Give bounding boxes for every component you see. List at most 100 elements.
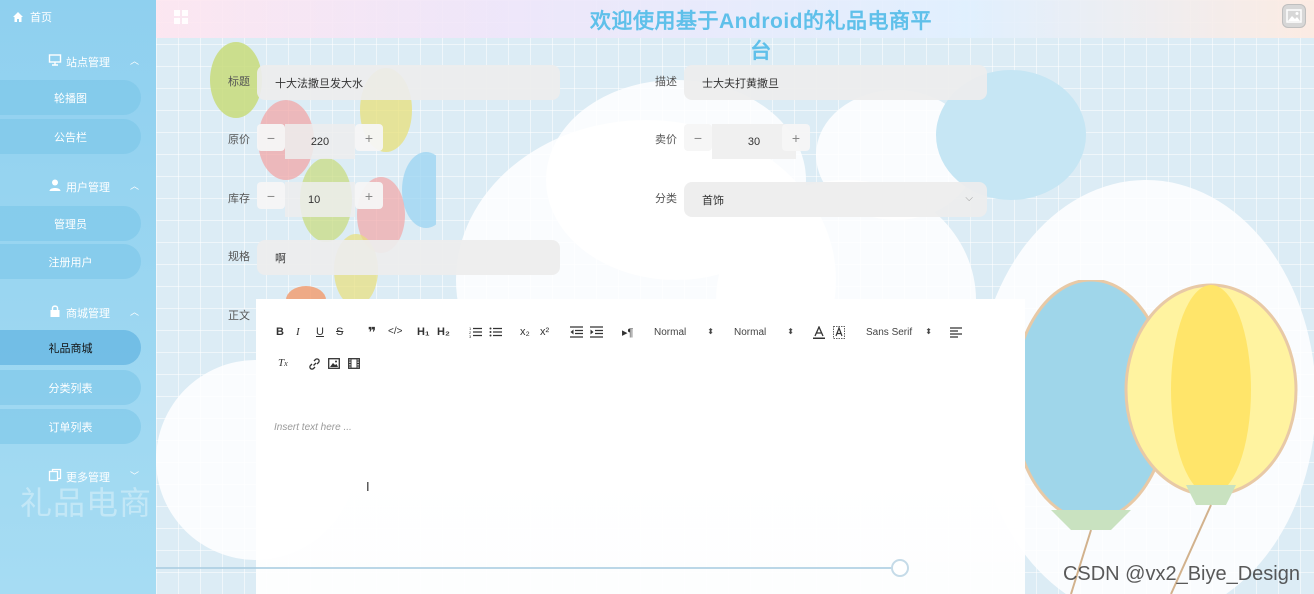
- chevron-up-icon: ︿: [130, 56, 140, 66]
- sidebar-item-category-list[interactable]: 分类列表: [0, 370, 141, 405]
- lock-icon: [50, 305, 60, 317]
- title-field[interactable]: 十大法撒旦发大水: [257, 65, 560, 100]
- image-icon[interactable]: [328, 358, 340, 369]
- editor-placeholder[interactable]: Insert text here ...: [274, 422, 352, 433]
- body-label: 正文: [228, 310, 250, 322]
- increment-button[interactable]: +: [355, 124, 383, 151]
- font-color-icon[interactable]: [813, 326, 825, 339]
- sidebar: 首页 站点管理 ︿ 轮播图 公告栏 用户管理 ︿ 管理员 注册用户 商城管理 ︿…: [0, 0, 156, 594]
- sidebar-item-carousel[interactable]: 轮播图: [0, 80, 141, 115]
- stock-stepper: − 10 +: [257, 182, 383, 217]
- category-label: 分类: [655, 193, 677, 205]
- top-header: 欢迎使用基于Android的礼品电商平台: [156, 0, 1314, 63]
- size-select[interactable]: Normal ⬍: [734, 327, 794, 338]
- blockquote-icon[interactable]: ❞: [368, 324, 376, 341]
- decrement-button[interactable]: −: [257, 182, 285, 209]
- chevron-up-icon: ︿: [130, 307, 140, 317]
- increment-button[interactable]: +: [355, 182, 383, 209]
- header-select[interactable]: Normal ⬍: [654, 327, 714, 338]
- decrement-button[interactable]: −: [684, 124, 712, 151]
- bullet-list-icon[interactable]: [489, 326, 502, 338]
- sidebar-item-home[interactable]: 首页: [12, 9, 52, 25]
- text-cursor-icon: I: [366, 479, 370, 494]
- code-icon[interactable]: </>: [388, 326, 402, 337]
- heading-1-icon[interactable]: H₁: [417, 326, 430, 338]
- sell-price-label: 卖价: [655, 134, 677, 146]
- select-arrows-icon: ⬍: [925, 327, 932, 336]
- sidebar-group-site[interactable]: 站点管理 ︿: [0, 50, 156, 70]
- user-icon: [49, 179, 61, 191]
- subscript-icon[interactable]: x₂: [520, 326, 530, 338]
- grid-menu-icon[interactable]: [173, 9, 189, 25]
- sidebar-item-registered-users[interactable]: 注册用户: [0, 244, 141, 279]
- sidebar-item-order-list[interactable]: 订单列表: [0, 409, 141, 444]
- font-family-select-value: Sans Serif: [866, 327, 913, 338]
- select-arrows-icon: ⬍: [787, 327, 794, 336]
- sidebar-item-label: 分类列表: [48, 382, 93, 395]
- chevron-down-icon: ⌵: [965, 193, 973, 204]
- header-select-value: Normal: [654, 327, 687, 338]
- category-select[interactable]: 首饰 ⌵: [684, 182, 987, 217]
- description-field-value: 士大夫打黄撒旦: [702, 77, 779, 90]
- sidebar-group-mall[interactable]: 商城管理 ︿: [0, 301, 156, 321]
- stock-value[interactable]: 10: [285, 182, 355, 217]
- spec-label: 规格: [228, 251, 250, 263]
- original-price-stepper: − 220 +: [257, 124, 383, 159]
- home-icon: [13, 12, 23, 22]
- category-select-value: 首饰: [702, 194, 724, 207]
- link-icon[interactable]: [308, 358, 321, 370]
- sidebar-group-label: 商城管理: [66, 308, 110, 320]
- select-arrows-icon: ⬍: [707, 327, 714, 336]
- sidebar-item-label: 管理员: [54, 218, 87, 231]
- hot-air-balloons-illustration: [1011, 280, 1298, 594]
- decrement-button[interactable]: −: [257, 124, 285, 151]
- outdent-icon[interactable]: [570, 326, 583, 338]
- stock-label: 库存: [228, 193, 250, 205]
- chevron-up-icon: ︿: [130, 181, 140, 191]
- heading-2-icon[interactable]: H₂: [437, 326, 450, 338]
- sidebar-item-label: 轮播图: [54, 92, 87, 105]
- spec-field-value: 啊: [275, 252, 286, 265]
- bold-icon[interactable]: B: [276, 326, 284, 338]
- csdn-watermark: CSDN @vx2_Biye_Design: [1062, 563, 1300, 585]
- title-field-value: 十大法撒旦发大水: [275, 77, 363, 90]
- underline-icon[interactable]: U: [316, 326, 324, 338]
- image-placeholder-icon: [1286, 9, 1302, 23]
- sell-price-stepper: − 30 +: [684, 124, 810, 159]
- clear-format-icon[interactable]: Tx: [278, 357, 288, 369]
- rich-text-editor: B I U S ❞ </> H₁ H₂ 123 x₂ x² ▸¶ Normal …: [256, 299, 1025, 594]
- original-price-label: 原价: [228, 134, 250, 146]
- sidebar-item-label: 订单列表: [48, 421, 93, 434]
- indent-icon[interactable]: [590, 326, 603, 338]
- sidebar-item-notice[interactable]: 公告栏: [0, 119, 141, 154]
- italic-icon[interactable]: I: [296, 326, 300, 338]
- original-price-value[interactable]: 220: [285, 124, 355, 159]
- strikethrough-icon[interactable]: S: [336, 326, 343, 338]
- sidebar-group-label: 用户管理: [66, 182, 110, 194]
- sidebar-watermark: 礼品电商: [20, 485, 153, 521]
- slider-handle[interactable]: [891, 559, 909, 577]
- sidebar-item-label: 公告栏: [54, 131, 87, 144]
- background-color-icon[interactable]: [833, 326, 845, 339]
- sidebar-group-users[interactable]: 用户管理 ︿: [0, 175, 156, 195]
- description-field[interactable]: 士大夫打黄撒旦: [684, 65, 987, 100]
- sidebar-item-label: 注册用户: [48, 256, 93, 269]
- increment-button[interactable]: +: [782, 124, 810, 151]
- sidebar-item-gift-mall[interactable]: 礼品商城: [0, 330, 141, 365]
- sidebar-item-admins[interactable]: 管理员: [0, 206, 141, 241]
- ordered-list-icon[interactable]: 123: [469, 326, 482, 338]
- title-label: 标题: [228, 76, 250, 88]
- sidebar-home-label: 首页: [30, 12, 52, 24]
- avatar[interactable]: [1282, 4, 1306, 28]
- text-direction-icon[interactable]: ▸¶: [622, 326, 633, 339]
- align-left-icon[interactable]: [950, 327, 962, 338]
- spec-field[interactable]: 啊: [257, 240, 560, 275]
- superscript-icon[interactable]: x²: [540, 326, 549, 338]
- sidebar-group-label: 站点管理: [66, 57, 110, 69]
- video-icon[interactable]: [348, 358, 360, 369]
- monitor-icon: [48, 54, 62, 66]
- description-label: 描述: [655, 76, 677, 88]
- size-select-value: Normal: [734, 327, 767, 338]
- font-family-select[interactable]: Sans Serif ⬍: [866, 327, 932, 338]
- sidebar-item-label: 礼品商城: [48, 342, 93, 355]
